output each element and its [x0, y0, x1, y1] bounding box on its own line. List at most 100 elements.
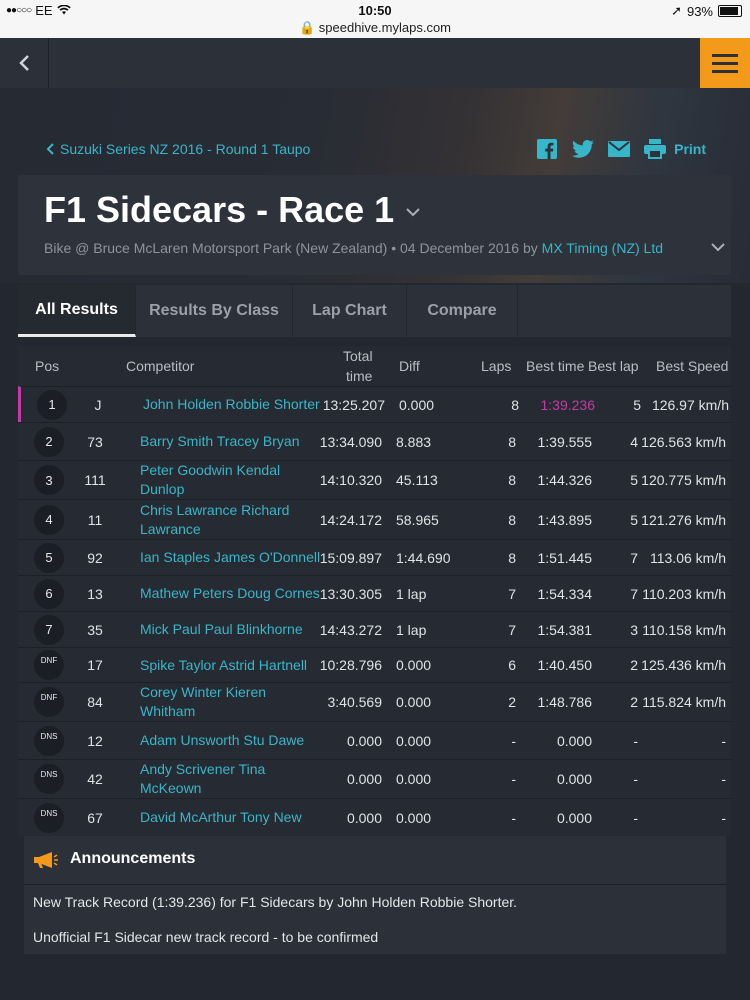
table-row[interactable]: DNF 84 Corey Winter Kieren Whitham 3:40.569 0… [18, 682, 731, 721]
table-row[interactable]: 4 11 Chris Lawrance Richard Lawrance 14:24.1… [18, 499, 731, 539]
competitor-link[interactable]: Mick Paul Paul Blinkhorne [140, 612, 325, 647]
competitor-link[interactable]: Andy Scrivener Tina McKeown [140, 760, 325, 798]
back-button[interactable] [0, 38, 49, 88]
top-nav [0, 38, 750, 88]
battery-percentage: 93% [686, 3, 713, 19]
table-row[interactable]: 6 13 Mathew Peters Doug Cornes 13:30.305 1 l… [18, 575, 731, 611]
col-pos[interactable]: Pos [35, 358, 59, 374]
competitor-link[interactable]: Corey Winter Kieren Whitham [140, 683, 325, 721]
print-icon[interactable] [644, 138, 667, 160]
col-total-time-2[interactable]: time [346, 368, 372, 384]
best-time: 0.000 [556, 809, 592, 826]
tab-compare[interactable]: Compare [407, 285, 518, 337]
tab-results-by-class[interactable]: Results By Class [136, 285, 293, 337]
laps-value: 8 [508, 433, 516, 450]
tab-all-results[interactable]: All Results [18, 285, 136, 337]
table-row[interactable]: 5 92 Ian Staples James O'Donnell 15:09.897 1… [18, 539, 731, 575]
col-competitor[interactable]: Competitor [126, 358, 194, 374]
competitor-name: David McArthur Tony New [140, 809, 302, 825]
diff-value: 1 lap [396, 621, 427, 638]
total-time: 14:24.172 [319, 511, 382, 528]
table-row[interactable]: DNS 12 Adam Unsworth Stu Dawe 0.000 0.000 - 0.… [18, 721, 731, 759]
facebook-icon[interactable] [536, 138, 558, 160]
laps-value: 8 [508, 549, 516, 566]
breadcrumb-link[interactable]: Suzuki Series NZ 2016 - Round 1 Taupo [46, 141, 310, 157]
total-time: 3:40.569 [327, 694, 383, 710]
laps-value: - [511, 771, 516, 787]
competitor-link[interactable]: Adam Unsworth Stu Dawe [140, 722, 325, 759]
battery-icon [718, 5, 742, 17]
best-time: 1:40.450 [537, 657, 593, 673]
diff-value: 45.113 [396, 472, 438, 488]
competitor-link[interactable]: Ian Staples James O'Donnell [140, 540, 325, 575]
total-time: 15:09.897 [319, 549, 382, 566]
laps-value: 8 [511, 396, 519, 413]
competitor-link[interactable]: Spike Taylor Astrid Hartnell [140, 648, 325, 682]
url-bar[interactable]: 🔒 speedhive.mylaps.com [0, 20, 750, 36]
total-time: 14:10.320 [319, 472, 382, 488]
email-icon[interactable] [608, 138, 631, 160]
competitor-link[interactable]: Barry Smith Tracey Bryan [140, 423, 325, 460]
competitor-link[interactable]: John Holden Robbie Shorter [143, 387, 328, 422]
print-link[interactable]: Print [674, 141, 706, 157]
position-badge: DNS [34, 764, 64, 794]
race-number: 12 [87, 732, 103, 749]
results-tabs: All Results Results By Class Lap Chart C… [18, 285, 731, 337]
menu-bar-icon [712, 69, 738, 73]
competitor-name: Chris Lawrance Richard [140, 501, 290, 518]
table-row[interactable]: DNS 67 David McArthur Tony New 0.000 0.000 - 0… [18, 798, 731, 836]
competitor-link[interactable]: David McArthur Tony New [140, 799, 325, 836]
best-speed: - [721, 732, 726, 749]
col-best-lap[interactable]: Best lap [588, 358, 639, 374]
position-badge: 7 [34, 614, 64, 645]
laps-value: - [511, 732, 516, 749]
event-title-dropdown[interactable]: F1 Sidecars - Race 1 [44, 189, 420, 231]
tab-lap-chart[interactable]: Lap Chart [293, 285, 407, 337]
table-row[interactable]: DNS 42 Andy Scrivener Tina McKeown 0.000 0.00… [18, 759, 731, 798]
twitter-icon[interactable] [572, 138, 595, 160]
table-row[interactable]: 2 73 Barry Smith Tracey Bryan 13:34.090 8.88… [18, 422, 731, 460]
competitor-link[interactable]: Chris Lawrance Richard Lawrance [140, 500, 325, 539]
megaphone-icon [34, 852, 58, 873]
best-lap: 5 [630, 472, 638, 488]
col-total-time-1[interactable]: Total [343, 348, 373, 364]
laps-value: 7 [508, 621, 516, 638]
competitor-name-cont: Dunlop [140, 481, 185, 497]
best-time: 0.000 [556, 771, 592, 787]
col-best-speed[interactable]: Best Speed [656, 358, 728, 374]
announcements-panel: Announcements New Track Record (1:39.236… [24, 836, 726, 954]
event-header: F1 Sidecars - Race 1 Bike @ Bruce McLare… [18, 175, 731, 275]
race-number: 13 [87, 585, 103, 602]
competitor-name: Adam Unsworth Stu Dawe [140, 732, 305, 748]
competitor-name: Mathew Peters Doug Cornes [140, 585, 320, 601]
table-row[interactable]: DNF 17 Spike Taylor Astrid Hartnell 10:28.7… [18, 647, 731, 682]
col-best-time[interactable]: Best time [526, 358, 584, 374]
best-lap: 4 [630, 433, 638, 450]
competitor-name: Barry Smith Tracey Bryan [140, 433, 300, 449]
table-row[interactable]: 1 J John Holden Robbie Shorter 13:25.207 0.0… [18, 386, 731, 422]
total-time: 0.000 [346, 771, 382, 787]
competitor-name: Andy Scrivener Tina [140, 761, 266, 777]
competitor-link[interactable]: Peter Goodwin Kendal Dunlop [140, 461, 325, 499]
best-speed: 113.06 km/h [649, 549, 726, 566]
organizer-link[interactable]: MX Timing (NZ) Ltd [542, 240, 663, 256]
hamburger-menu-button[interactable] [700, 38, 750, 88]
diff-value: 1 lap [396, 585, 427, 602]
race-number: 67 [87, 809, 103, 826]
table-row[interactable]: 3 111 Peter Goodwin Kendal Dunlop 14:10.320 4… [18, 460, 731, 499]
position-badge: 2 [34, 426, 64, 457]
best-speed: 110.158 km/h [642, 621, 726, 638]
expand-details-button[interactable] [711, 239, 725, 257]
best-time: 1:43.895 [537, 511, 593, 528]
best-lap: 3 [630, 621, 638, 638]
competitor-link[interactable]: Mathew Peters Doug Cornes [140, 576, 325, 611]
table-header: Pos Competitor Total time Diff Laps Best… [18, 346, 731, 386]
col-laps[interactable]: Laps [481, 358, 511, 374]
best-time: 1:39.236 [540, 396, 596, 413]
event-details: Bike @ Bruce McLaren Motorsport Park (Ne… [44, 240, 538, 256]
col-diff[interactable]: Diff [399, 358, 420, 374]
best-time: 1:44.326 [537, 472, 593, 488]
best-time: 1:51.445 [537, 549, 593, 566]
table-row[interactable]: 7 35 Mick Paul Paul Blinkhorne 14:43.272 1 l… [18, 611, 731, 647]
position-badge: DNF [34, 650, 64, 680]
